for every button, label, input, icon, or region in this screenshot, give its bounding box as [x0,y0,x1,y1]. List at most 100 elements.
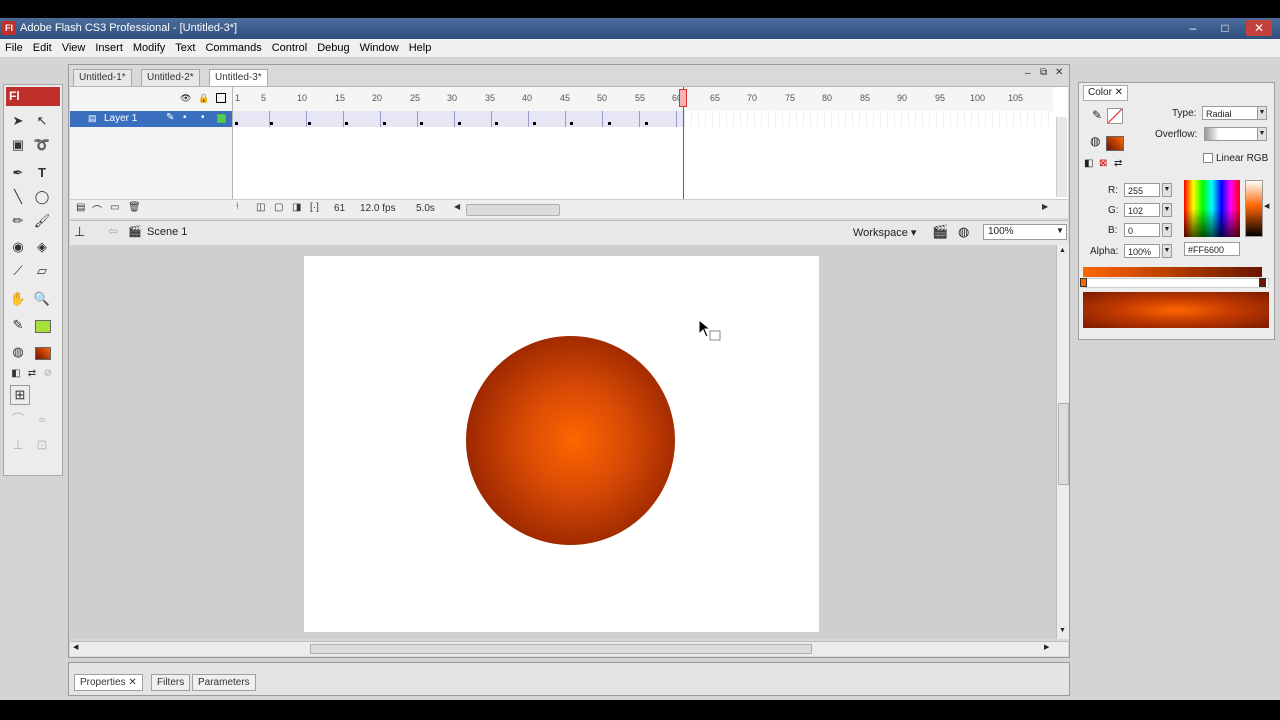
frame-ruler[interactable]: 1 5 10 15 20 25 30 35 40 45 50 55 60 65 … [233,87,1053,112]
tab-parameters[interactable]: Parameters [192,674,256,691]
gradient-bar[interactable] [1083,267,1262,277]
line-tool-icon[interactable]: ╲ [8,187,28,207]
doc-minimize-icon[interactable]: – [1025,68,1031,79]
timeline-vscroll[interactable] [1056,117,1067,197]
eyedropper-tool-icon[interactable]: ⟋ [8,261,28,281]
menu-view[interactable]: View [57,39,91,57]
oval-tool-icon[interactable]: ◯ [32,187,52,207]
gradient-pointer-track[interactable] [1083,278,1269,288]
onion-skin-icon[interactable]: ◫ [256,202,265,213]
menu-file[interactable]: File [0,39,28,57]
lock-all-icon[interactable]: 🔒 [198,93,209,104]
black-white-icon[interactable]: ◧ [1084,158,1093,169]
menu-commands[interactable]: Commands [200,39,266,57]
pencil-tool-icon[interactable]: ✏ [8,211,28,231]
chevron-down-icon[interactable]: ▼ [1257,106,1267,120]
scroll-left-icon[interactable]: ◀ [73,643,78,651]
swap-colors-icon[interactable]: ⇄ [1114,158,1122,169]
doc-restore-icon[interactable]: ⧉ [1040,67,1047,78]
doc-tab-untitled-1[interactable]: Untitled-1* [73,69,132,86]
scroll-right-icon[interactable]: ▶ [1044,643,1049,651]
outline-all-icon[interactable] [216,93,226,103]
text-tool-icon[interactable]: T [32,163,52,183]
delete-layer-icon[interactable]: 🗑 [128,202,141,213]
layer-outline-icon[interactable] [217,114,226,123]
menu-edit[interactable]: Edit [28,39,57,57]
eraser-tool-icon[interactable]: ▱ [32,261,52,281]
layer-name[interactable]: Layer 1 [104,113,137,124]
chevron-down-icon[interactable]: ▼ [1162,183,1172,197]
hscroll-thumb[interactable] [310,644,812,654]
subselection-tool-icon[interactable]: ↖ [32,111,52,131]
no-color-icon[interactable]: ⊠ [1099,158,1107,169]
close-button[interactable]: ✕ [1246,20,1272,36]
brightness-arrow-icon[interactable]: ◀ [1264,202,1269,210]
b-input[interactable]: 0 [1124,223,1160,237]
scroll-left-icon[interactable]: ◀ [454,202,460,211]
straighten-icon[interactable]: ⟂ [8,435,28,455]
stage-hscroll[interactable]: ◀ ▶ [70,641,1068,656]
edit-multiple-frames-icon[interactable]: ◨ [292,202,301,213]
stroke-no-color-swatch[interactable] [1107,108,1123,124]
gradient-stop-left[interactable] [1080,278,1087,287]
stage-vscroll[interactable]: ▲ ▼ [1056,245,1069,639]
chevron-down-icon[interactable]: ▼ [1257,127,1267,141]
object-drawing-icon[interactable]: ⊞ [10,385,30,405]
add-layer-icon[interactable]: ▤ [76,202,85,213]
edit-scene-icon[interactable]: 🎬 [932,224,948,240]
radial-gradient-circle[interactable] [466,336,675,545]
scene-name[interactable]: Scene 1 [147,226,187,238]
alpha-input[interactable]: 100% [1124,244,1160,258]
playhead-handle[interactable] [679,89,687,107]
layer-visible-dot-icon[interactable]: • [183,112,187,123]
g-input[interactable]: 102 [1124,203,1160,217]
timeline-toggle-icon[interactable]: ⊥ [74,224,85,240]
frame-row[interactable] [233,111,1053,127]
color-panel-tab[interactable]: Color ✕ [1083,85,1129,101]
chevron-down-icon[interactable]: ▼ [1162,244,1172,258]
doc-tab-untitled-3[interactable]: Untitled-3* [209,69,268,86]
vscroll-thumb[interactable] [1058,403,1069,485]
layer-row[interactable]: ▤ Layer 1 ✎ • • [70,111,232,127]
stroke-color-icon[interactable]: ✎ [8,315,28,335]
menu-control[interactable]: Control [267,39,312,57]
minimize-button[interactable]: – [1180,20,1206,36]
overflow-select[interactable] [1204,127,1258,141]
scroll-down-icon[interactable]: ▼ [1059,627,1066,634]
free-transform-tool-icon[interactable]: ▣ [8,135,28,155]
scroll-right-icon[interactable]: ▶ [1042,202,1048,211]
modify-onion-markers-icon[interactable]: [·] [310,202,319,213]
hex-input[interactable]: #FF6600 [1184,242,1240,256]
stroke-color-swatch[interactable] [35,320,51,333]
menu-window[interactable]: Window [355,39,404,57]
menu-text[interactable]: Text [170,39,200,57]
fill-gradient-swatch[interactable] [1106,136,1124,151]
linear-rgb-checkbox[interactable] [1203,153,1213,163]
add-motion-guide-icon[interactable]: ⌒ [92,202,102,217]
frame-rate[interactable]: 12.0 fps [360,203,396,214]
options-icon[interactable]: ⊡ [32,435,52,455]
maximize-button[interactable]: □ [1212,20,1238,36]
show-hide-all-icon[interactable]: 👁 [180,93,191,104]
doc-tab-untitled-2[interactable]: Untitled-2* [141,69,200,86]
fill-color-icon[interactable]: ◍ [8,342,28,362]
timeline-hscroll-thumb[interactable] [466,204,560,216]
no-color-icon[interactable]: ⊘ [38,364,58,384]
empty-frames[interactable] [685,111,1053,127]
color-spectrum[interactable] [1184,180,1240,237]
fill-color-swatch[interactable] [35,347,51,360]
ink-bottle-tool-icon[interactable]: ◉ [8,237,28,257]
chevron-down-icon[interactable]: ▼ [1162,223,1172,237]
menu-modify[interactable]: Modify [128,39,170,57]
layer-lock-dot-icon[interactable]: • [201,112,205,123]
type-select[interactable]: Radial [1202,106,1258,120]
zoom-select[interactable]: 100% ▼ [983,224,1067,240]
hand-tool-icon[interactable]: ✋ [8,289,28,309]
zoom-tool-icon[interactable]: 🔍 [32,289,52,309]
workspace-menu[interactable]: Workspace ▾ [853,226,916,239]
lasso-tool-icon[interactable]: ➰ [32,135,52,155]
add-folder-icon[interactable]: ▭ [110,202,119,213]
doc-close-icon[interactable]: ✕ [1055,67,1063,78]
back-arrow-icon[interactable]: ⇦ [108,224,118,238]
menu-help[interactable]: Help [404,39,437,57]
